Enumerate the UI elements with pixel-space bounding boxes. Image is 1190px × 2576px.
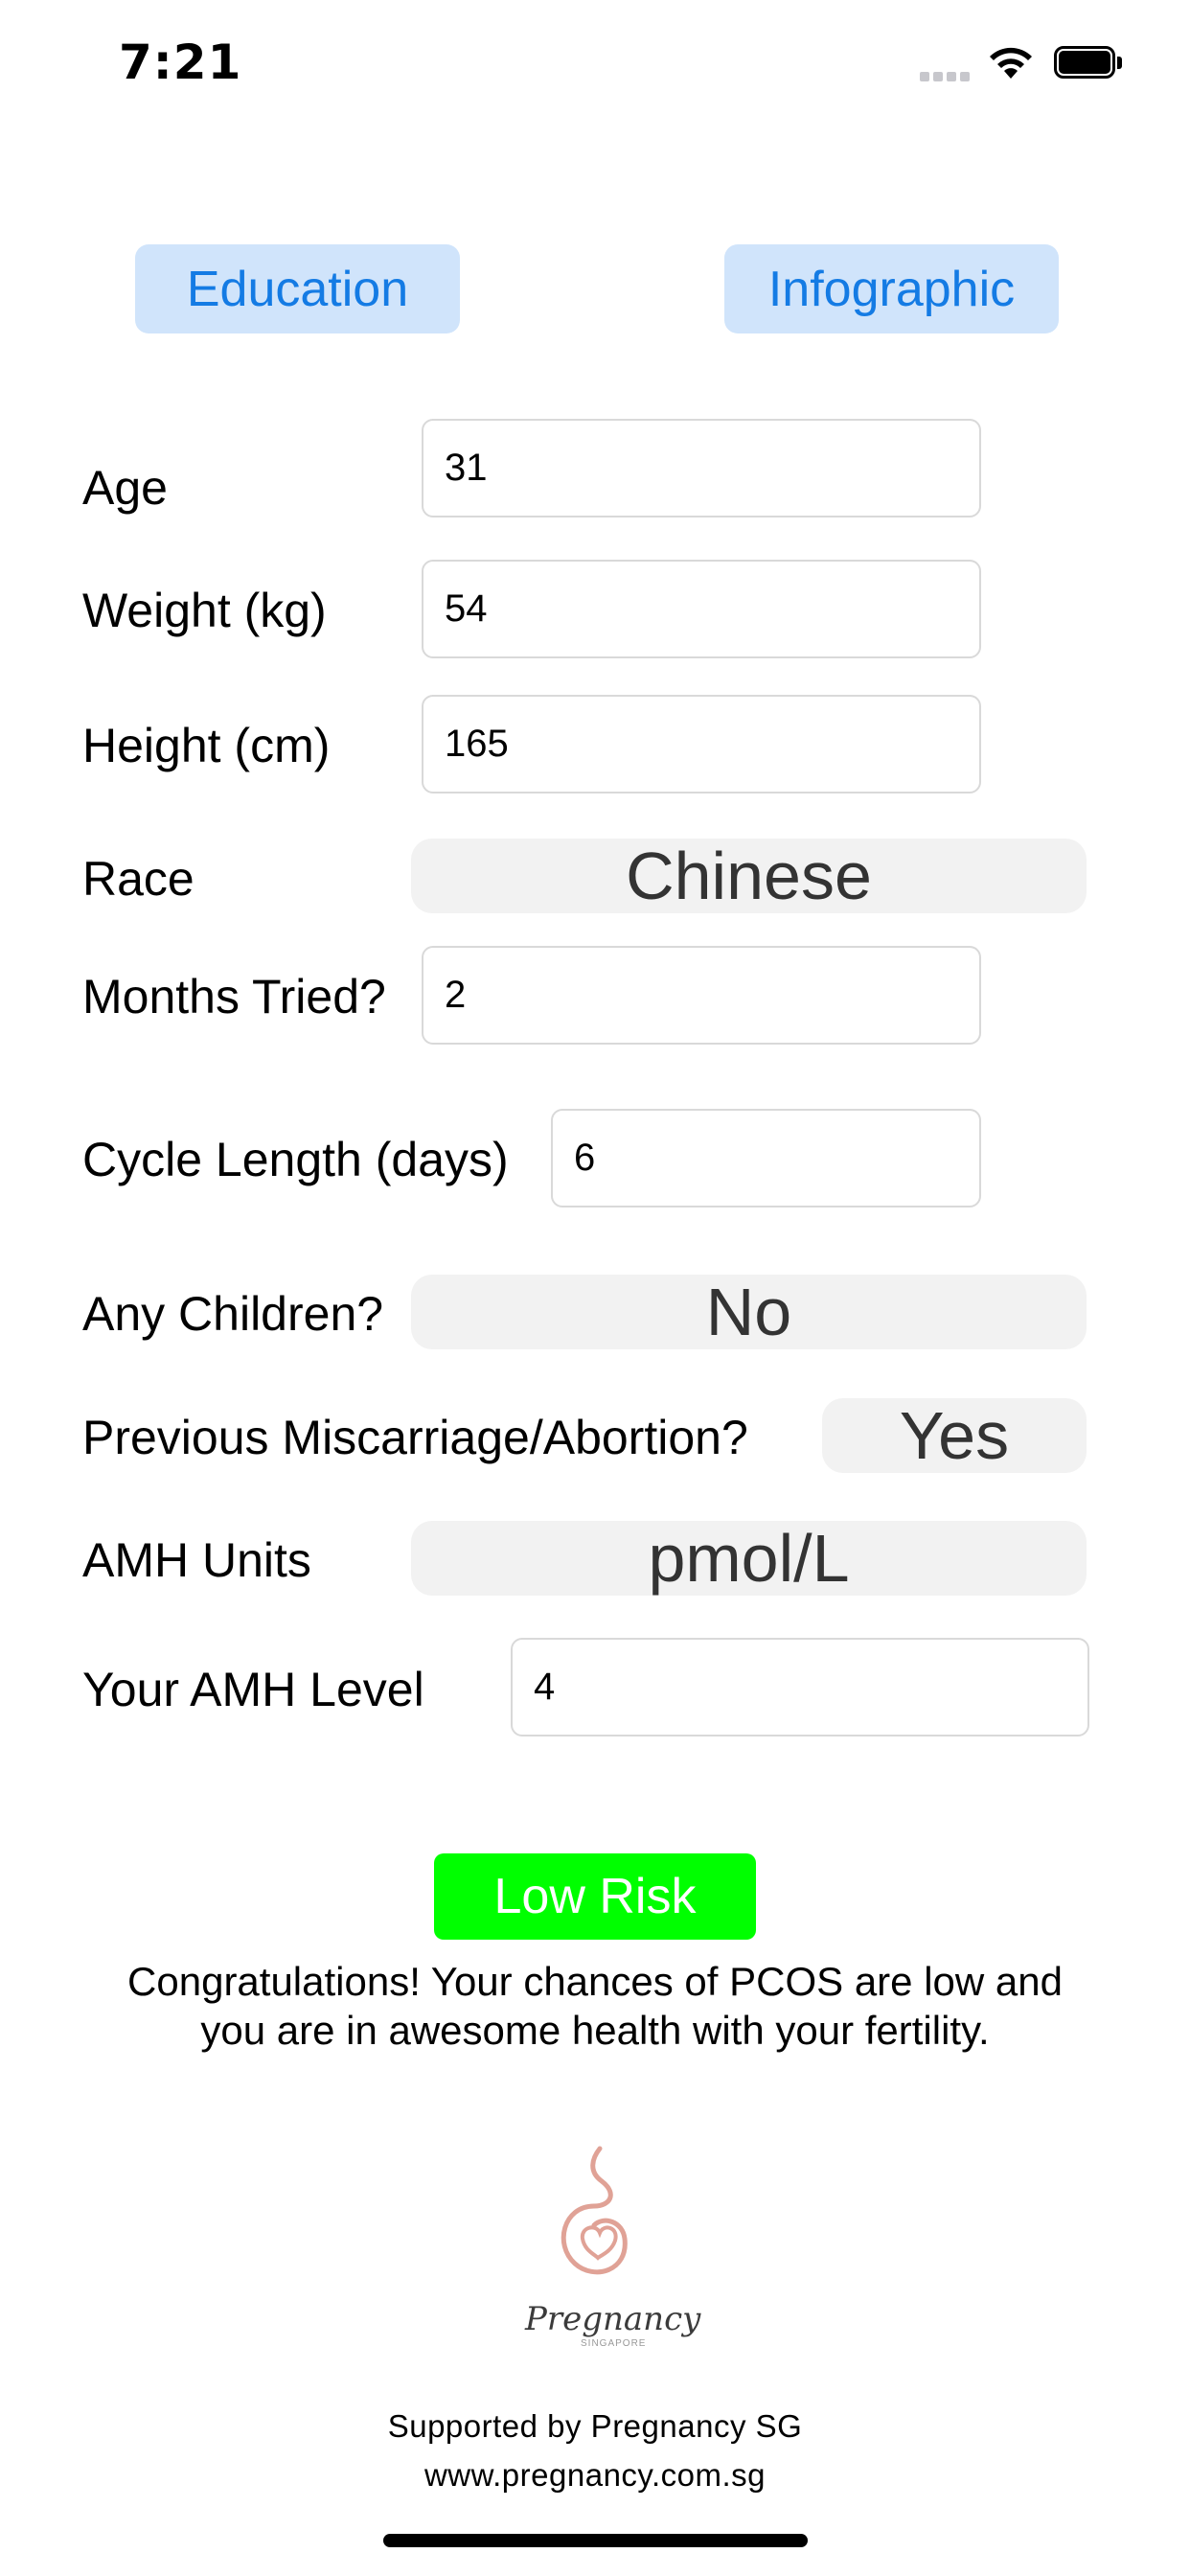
amh-level-label: Your AMH Level — [82, 1663, 424, 1716]
height-label: Height (cm) — [82, 719, 331, 772]
infographic-button[interactable]: Infographic — [724, 244, 1059, 334]
education-button[interactable]: Education — [135, 244, 460, 334]
race-select[interactable]: Chinese — [411, 839, 1087, 913]
supported-by-text: Supported by Pregnancy SG — [387, 2408, 803, 2444]
pregnancy-sg-logo: Pregnancy SINGAPORE — [525, 2139, 701, 2359]
result-message: Congratulations! Your chances of PCOS ar… — [127, 1959, 1063, 2053]
status-time: 7:21 — [119, 34, 242, 90]
cycle-length-label: Cycle Length (days) — [82, 1133, 509, 1186]
logo-wordmark: Pregnancy — [525, 2300, 701, 2338]
miscarriage-select[interactable]: Yes — [822, 1398, 1087, 1473]
logo-subtext: SINGAPORE — [581, 2338, 647, 2349]
pregnancy-logo-icon — [561, 2146, 628, 2275]
any-children-label: Any Children? — [82, 1287, 384, 1341]
miscarriage-label: Previous Miscarriage/Abortion? — [82, 1411, 748, 1464]
risk-result-badge[interactable]: Low Risk — [434, 1853, 756, 1940]
website-link[interactable]: www.pregnancy.com.sg — [212, 2457, 978, 2494]
cellular-signal-icon — [920, 69, 973, 81]
any-children-select[interactable]: No — [411, 1275, 1087, 1349]
amh-units-select[interactable]: pmol/L — [411, 1521, 1087, 1596]
age-field[interactable]: 31 — [422, 419, 981, 518]
months-tried-field[interactable]: 2 — [422, 946, 981, 1045]
amh-level-field[interactable]: 4 — [511, 1638, 1089, 1736]
race-label: Race — [82, 852, 195, 906]
weight-field[interactable]: 54 — [422, 560, 981, 658]
battery-icon — [1054, 46, 1125, 82]
age-label: Age — [82, 461, 168, 515]
height-field[interactable]: 165 — [422, 695, 981, 794]
home-indicator — [383, 2534, 808, 2547]
months-tried-label: Months Tried? — [82, 970, 386, 1024]
amh-units-label: AMH Units — [82, 1533, 311, 1587]
weight-label: Weight (kg) — [82, 584, 327, 637]
wifi-icon — [987, 42, 1035, 85]
cycle-length-field[interactable]: 6 — [551, 1109, 981, 1208]
